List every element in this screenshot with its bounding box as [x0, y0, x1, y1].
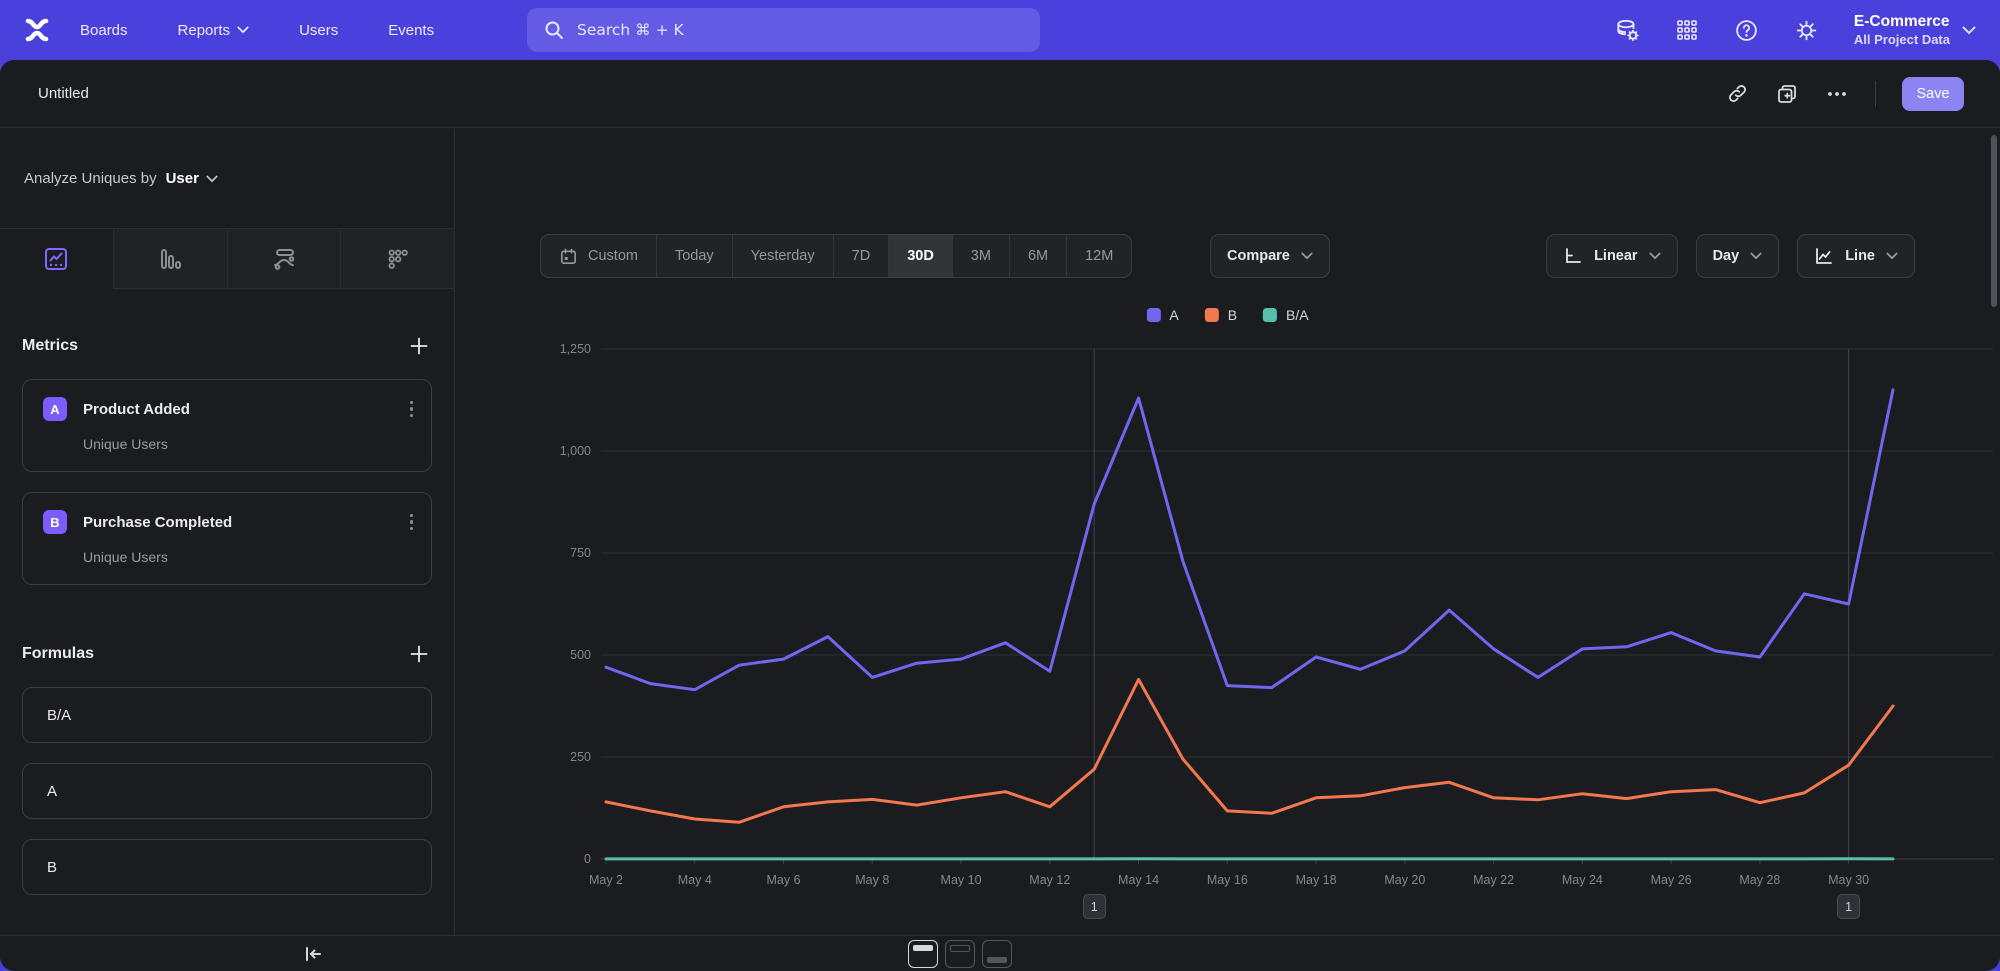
analyze-value: User — [166, 170, 199, 187]
x-axis-label: May 6 — [766, 873, 800, 887]
x-axis-label: May 2 — [589, 873, 623, 887]
scrollbar[interactable] — [1991, 135, 1997, 307]
tab-flows[interactable] — [227, 229, 341, 288]
metric-subtitle: Unique Users — [83, 549, 413, 565]
annotation-badge[interactable]: 1 — [1083, 894, 1106, 919]
y-axis-label: 1,250 — [560, 342, 591, 356]
more-options-icon[interactable] — [1825, 82, 1849, 106]
report-type-tabs — [0, 229, 454, 289]
x-axis-label: May 22 — [1473, 873, 1514, 887]
series-line-b[interactable] — [606, 680, 1893, 823]
formula-card-a[interactable]: A — [22, 763, 432, 819]
tab-insights[interactable] — [0, 229, 113, 289]
chevron-down-icon — [1962, 26, 1976, 35]
x-axis-label: May 30 — [1828, 873, 1869, 887]
help-icon[interactable] — [1734, 17, 1760, 43]
y-axis-label: 0 — [584, 852, 591, 866]
x-axis-label: May 26 — [1651, 873, 1692, 887]
formula-card-b-a[interactable]: B/A — [22, 687, 432, 743]
add-metric-button[interactable] — [406, 333, 432, 359]
metric-list: A Product Added Unique Users B Purchase Comp… — [22, 379, 432, 585]
y-axis-label: 500 — [570, 648, 591, 662]
chart[interactable]: 0 250 500 750 1,000 1,250 May 2 May 4 May 6 May 8… — [455, 129, 2000, 896]
tab-retention[interactable] — [340, 229, 454, 288]
search-input[interactable]: Search ⌘ + K — [527, 8, 1040, 52]
metric-card-b[interactable]: B Purchase Completed Unique Users — [22, 492, 432, 585]
x-axis-label: May 14 — [1118, 873, 1159, 887]
analyze-label: Analyze Uniques by — [24, 170, 157, 187]
layout-chart-top-button[interactable] — [908, 940, 938, 968]
save-button[interactable]: Save — [1902, 77, 1964, 111]
add-formula-button[interactable] — [406, 641, 432, 667]
x-axis-label: May 20 — [1384, 873, 1425, 887]
metric-options-icon[interactable] — [410, 514, 414, 531]
mixpanel-logo-icon[interactable] — [22, 15, 52, 45]
layout-split-button[interactable] — [945, 940, 975, 968]
nav-item-label: Boards — [80, 22, 128, 39]
nav-item-events[interactable]: Events — [388, 22, 434, 39]
metric-badge: A — [43, 397, 67, 421]
metric-badge: B — [43, 510, 67, 534]
x-axis-label: May 10 — [941, 873, 982, 887]
nav-item-users[interactable]: Users — [299, 22, 338, 39]
apps-grid-icon[interactable] — [1674, 17, 1700, 43]
layout-chart-bottom-button[interactable] — [982, 940, 1012, 968]
project-switcher[interactable]: E-Commerce All Project Data — [1854, 12, 1976, 48]
data-management-icon[interactable] — [1614, 17, 1640, 43]
settings-gear-icon[interactable] — [1794, 17, 1820, 43]
metrics-title: Metrics — [22, 337, 78, 355]
nav-item-label: Reports — [178, 22, 231, 39]
metric-card-a[interactable]: A Product Added Unique Users — [22, 379, 432, 472]
chart-area: 0 250 500 750 1,000 1,250 May 2 May 4 May 6 May 8… — [455, 129, 2000, 935]
analyze-by-dropdown[interactable]: User — [166, 170, 218, 187]
x-axis-label: May 12 — [1029, 873, 1070, 887]
layout-toggle-group — [908, 940, 1012, 968]
bottom-bar — [0, 935, 2000, 971]
series-line-a[interactable] — [606, 390, 1893, 690]
x-axis-label: May 4 — [678, 873, 712, 887]
report-header: Untitled Save — [0, 60, 2000, 128]
metric-subtitle: Unique Users — [83, 436, 413, 452]
collapse-sidebar-icon[interactable] — [300, 941, 326, 967]
x-axis-label: May 24 — [1562, 873, 1603, 887]
metric-name: Product Added — [83, 401, 190, 418]
copy-link-icon[interactable] — [1725, 82, 1749, 106]
metric-name: Purchase Completed — [83, 514, 232, 531]
chart-panel: CustomTodayYesterday7D30D3M6M12M Compare… — [455, 129, 2000, 935]
nav-menu: Boards Reports Users Events — [80, 22, 434, 39]
tab-funnels[interactable] — [113, 229, 227, 288]
x-axis-label: May 28 — [1739, 873, 1780, 887]
metric-options-icon[interactable] — [410, 401, 414, 418]
nav-item-label: Events — [388, 22, 434, 39]
x-axis-label: May 18 — [1296, 873, 1337, 887]
nav-item-boards[interactable]: Boards — [80, 22, 128, 39]
search-placeholder: Search ⌘ + K — [577, 21, 684, 39]
duplicate-icon[interactable] — [1775, 82, 1799, 106]
divider — [1875, 81, 1876, 107]
formula-list: B/A AB — [22, 687, 432, 895]
nav-item-reports[interactable]: Reports — [178, 22, 250, 39]
report-title: Untitled — [38, 85, 89, 102]
top-nav: Boards Reports Users Events Search ⌘ + K E-… — [0, 0, 2000, 60]
x-axis-label: May 8 — [855, 873, 889, 887]
y-axis-label: 750 — [570, 546, 591, 560]
annotation-badge[interactable]: 1 — [1837, 894, 1860, 919]
sidebar: Analyze Uniques by User — [0, 129, 455, 935]
project-subtitle: All Project Data — [1854, 32, 1950, 48]
formula-card-b[interactable]: B — [22, 839, 432, 895]
chevron-down-icon — [237, 26, 249, 34]
search-icon — [543, 19, 565, 41]
y-axis-label: 250 — [570, 750, 591, 764]
y-axis-label: 1,000 — [560, 444, 591, 458]
analyze-uniques-row: Analyze Uniques by User — [0, 129, 454, 229]
formulas-title: Formulas — [22, 645, 94, 663]
content-shell: Untitled Save Analyze Uniques by User — [0, 60, 2000, 971]
project-name: E-Commerce — [1854, 12, 1950, 31]
nav-item-label: Users — [299, 22, 338, 39]
x-axis-label: May 16 — [1207, 873, 1248, 887]
